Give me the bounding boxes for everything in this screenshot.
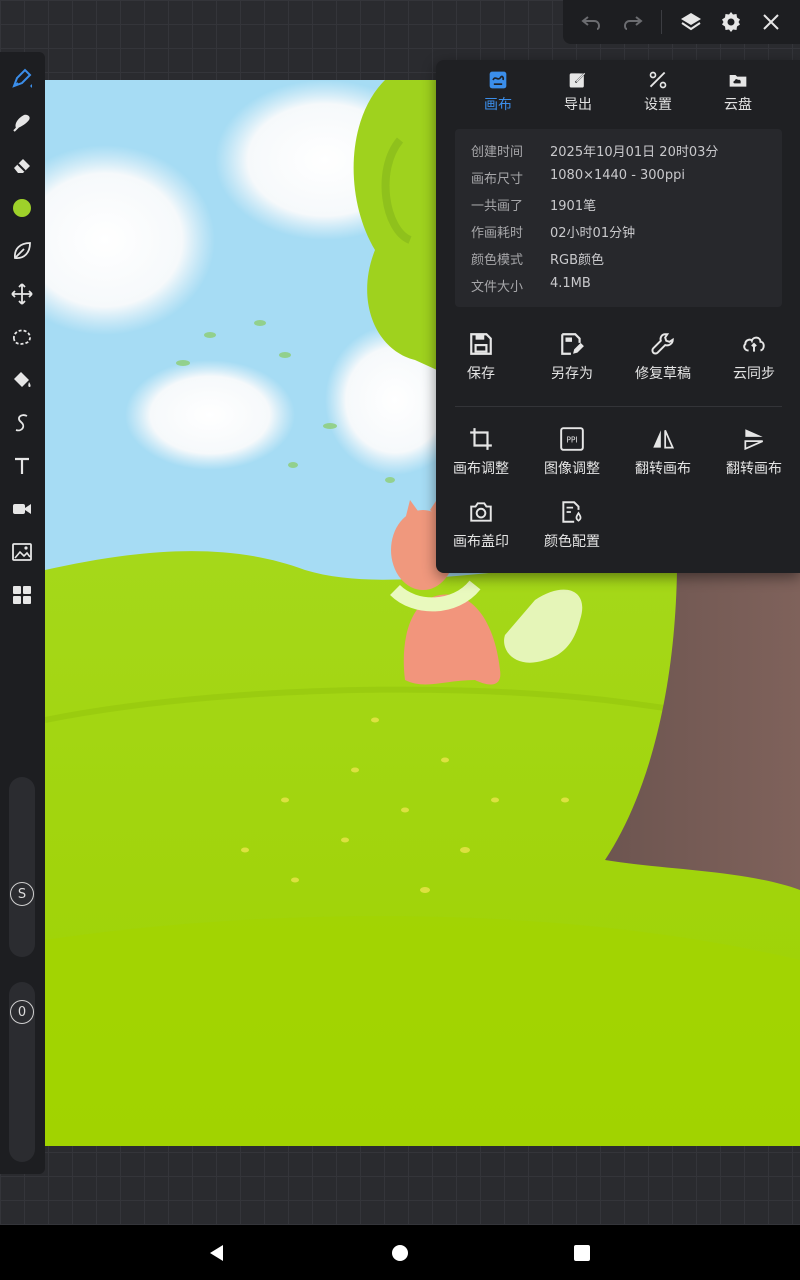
left-toolbar: S 0 xyxy=(0,52,45,1174)
leaf-icon xyxy=(14,242,31,259)
canvas-info-box: 创建时间 2025年10月01日 20时03分 画布尺寸 1080×1440 - 3… xyxy=(455,129,782,307)
back-triangle-icon xyxy=(210,1245,223,1261)
nav-back-button[interactable] xyxy=(203,1239,231,1267)
text-t-icon xyxy=(15,457,29,474)
save-icon xyxy=(470,333,492,355)
color-config-button[interactable]: 颜色配置 xyxy=(527,499,617,559)
brush-opacity-knob[interactable]: 0 xyxy=(10,1000,34,1024)
save-button[interactable]: 保存 xyxy=(436,331,526,391)
curve-tool[interactable] xyxy=(4,405,40,441)
brush-size-knob[interactable]: S xyxy=(10,882,34,906)
ppi-icon: PPI xyxy=(560,427,584,451)
cloud-drive-icon xyxy=(729,75,747,87)
more-tools[interactable] xyxy=(4,577,40,613)
tab-cloud-drive[interactable]: 云盘 xyxy=(698,70,778,120)
camera-stamp-icon xyxy=(470,502,492,522)
tab-canvas[interactable]: 画布 xyxy=(458,70,538,120)
wrench-icon xyxy=(651,333,674,355)
close-button[interactable] xyxy=(755,6,787,38)
flip-canvas-horizontal-button[interactable]: 翻转画布 xyxy=(618,426,708,486)
gear-icon xyxy=(722,12,740,32)
crop-icon xyxy=(470,428,492,450)
save-as-button[interactable]: 另存为 xyxy=(527,331,617,391)
text-tool[interactable] xyxy=(4,448,40,484)
lasso-icon xyxy=(13,329,31,345)
brush-tool[interactable] xyxy=(4,60,40,96)
color-picker-tool[interactable] xyxy=(4,190,40,226)
flip-horizontal-icon xyxy=(653,429,675,449)
canvas-icon xyxy=(489,71,507,89)
current-color-icon xyxy=(13,199,31,217)
flip-vertical-icon xyxy=(744,429,764,451)
move-arrows-icon xyxy=(11,283,33,305)
flip-canvas-vertical-button[interactable]: 翻转画布 xyxy=(709,426,799,486)
save-as-icon xyxy=(561,333,584,355)
panel-tabs: 画布 导出 设置 云盘 xyxy=(436,60,800,126)
canvas-stamp-button[interactable]: 画布盖印 xyxy=(436,499,526,559)
paint-bucket-icon xyxy=(14,372,31,387)
panel-divider xyxy=(455,406,782,407)
home-circle-icon xyxy=(392,1245,408,1261)
image-adjust-button[interactable]: PPI 图像调整 xyxy=(527,426,617,486)
canvas-menu-panel: 画布 导出 设置 云盘 创建时间 2025年10月01日 20时03分 画布尺寸 1… xyxy=(436,60,800,573)
settings-tools-icon xyxy=(649,71,667,89)
undo-button[interactable] xyxy=(575,6,607,38)
tab-settings[interactable]: 设置 xyxy=(618,70,698,120)
cloud xyxy=(125,360,295,470)
leaf-brush-tool[interactable] xyxy=(4,233,40,269)
topbar-divider xyxy=(661,10,662,34)
transform-tool[interactable] xyxy=(4,276,40,312)
redo-icon xyxy=(623,16,643,30)
repair-draft-button[interactable]: 修复草稿 xyxy=(618,331,708,391)
close-icon xyxy=(763,14,779,30)
cloud-sync-button[interactable]: 云同步 xyxy=(709,331,799,391)
grid-apps-icon xyxy=(13,586,31,604)
redo-button[interactable] xyxy=(617,6,649,38)
tab-export[interactable]: 导出 xyxy=(538,70,618,120)
nav-recents-button[interactable] xyxy=(568,1239,596,1267)
curve-s-icon xyxy=(15,414,28,432)
cloud-sync-icon xyxy=(743,336,765,352)
brush-size-slider[interactable] xyxy=(9,777,35,957)
video-camera-icon xyxy=(13,504,31,514)
nav-home-button[interactable] xyxy=(386,1239,414,1267)
layers-button[interactable] xyxy=(675,6,707,38)
smudge-icon xyxy=(13,114,30,132)
canvas-adjust-button[interactable]: 画布调整 xyxy=(436,426,526,486)
pen-icon xyxy=(12,68,32,88)
undo-icon xyxy=(581,16,601,30)
color-config-icon xyxy=(562,501,582,523)
image-tool[interactable] xyxy=(4,534,40,570)
lasso-tool[interactable] xyxy=(4,319,40,355)
svg-text:PPI: PPI xyxy=(566,435,577,444)
eraser-tool[interactable] xyxy=(4,147,40,183)
export-icon xyxy=(569,71,587,88)
image-icon xyxy=(12,543,32,561)
recents-square-icon xyxy=(574,1245,590,1261)
eraser-icon xyxy=(14,159,30,173)
settings-button[interactable] xyxy=(715,6,747,38)
system-navigation-bar xyxy=(0,1225,800,1280)
layers-icon xyxy=(681,13,701,31)
smudge-tool[interactable] xyxy=(4,104,40,140)
record-tool[interactable] xyxy=(4,491,40,527)
fill-tool[interactable] xyxy=(4,362,40,398)
